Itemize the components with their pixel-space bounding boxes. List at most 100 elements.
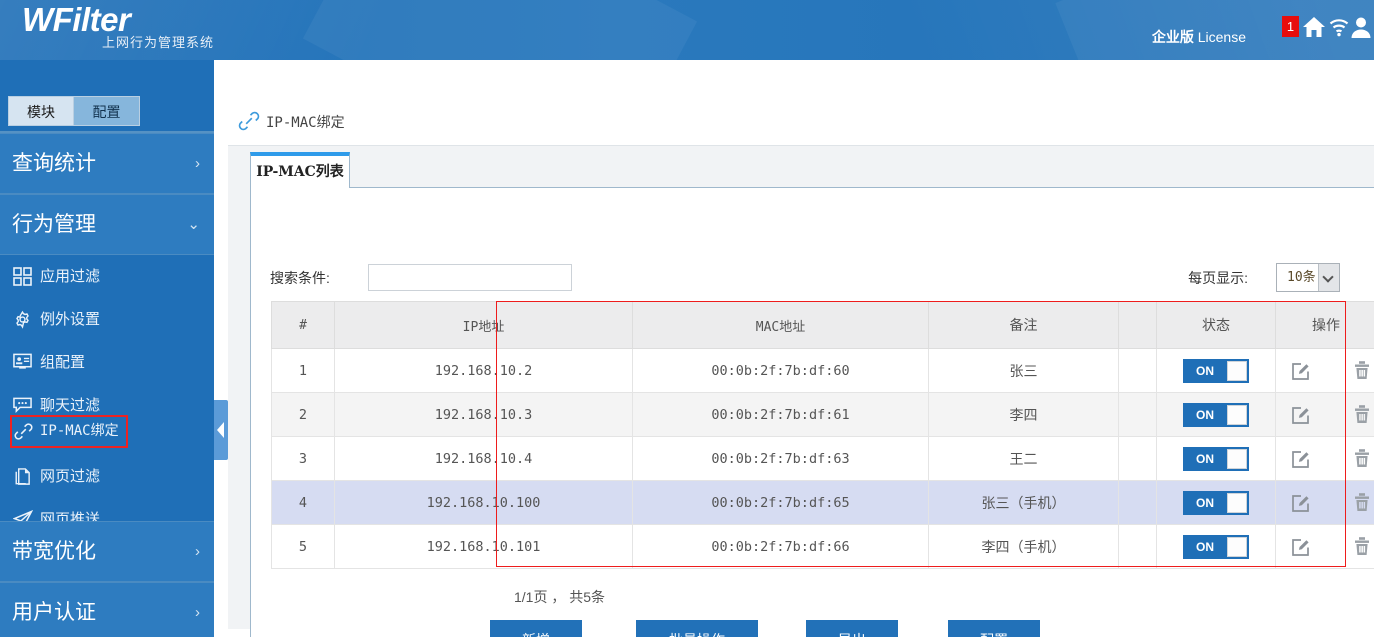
sidebar-item-label: 组配置 — [40, 354, 86, 371]
column-header-status: 状态 — [1156, 301, 1276, 349]
tab-strip: IP-MAC列表 — [250, 152, 1374, 188]
sidebar-group-label: 行为管理 — [12, 213, 96, 236]
config-button[interactable]: 配置 — [948, 620, 1040, 637]
sidebar-collapse-handle[interactable] — [214, 400, 228, 460]
tab-ip-mac-list[interactable]: IP-MAC列表 — [250, 152, 350, 188]
cell-index: 2 — [271, 392, 335, 437]
sidebar-item-label: IP-MAC绑定 — [40, 423, 119, 439]
column-header-ip: IP地址 — [334, 301, 633, 349]
sidebar-item-ip-mac-binding[interactable]: IP-MAC绑定 — [10, 415, 128, 448]
column-header-action: 操作 — [1275, 301, 1374, 349]
table-row[interactable]: 1 192.168.10.2 00:0b:2f:7b:df:60 张三 ON — [271, 348, 1374, 393]
status-toggle[interactable]: ON — [1183, 534, 1249, 559]
id-card-icon — [13, 353, 32, 372]
sidebar-item-exception-settings[interactable]: 例外设置 — [0, 299, 214, 340]
sidebar-group-behavior-mgmt[interactable]: 行为管理 ⌄ — [0, 194, 214, 255]
cell-spacer — [1118, 348, 1157, 393]
chevron-right-icon: › — [195, 155, 200, 172]
sidebar-group-user-auth[interactable]: 用户认证 › — [0, 582, 214, 637]
sidebar-group-label: 查询统计 — [12, 152, 96, 175]
table-row[interactable]: 2 192.168.10.3 00:0b:2f:7b:df:61 李四 ON — [271, 392, 1374, 437]
toggle-label: ON — [1196, 363, 1214, 378]
cell-status: ON — [1156, 524, 1276, 569]
per-page-value: 10条 — [1287, 270, 1316, 285]
cell-actions — [1275, 436, 1374, 481]
per-page-label: 每页显示: — [1188, 270, 1248, 286]
link-icon — [238, 110, 260, 132]
wifi-icon[interactable] — [1328, 16, 1350, 38]
cell-ip: 192.168.10.3 — [334, 392, 633, 437]
pages-icon — [13, 467, 32, 486]
delete-icon[interactable] — [1352, 403, 1372, 425]
edit-icon[interactable] — [1290, 492, 1312, 514]
toggle-knob — [1227, 448, 1247, 469]
breadcrumb-title: IP-MAC绑定 — [266, 115, 345, 131]
status-toggle[interactable]: ON — [1183, 402, 1249, 427]
cell-status: ON — [1156, 392, 1276, 437]
column-header-spacer — [1118, 301, 1157, 349]
sidebar-tab-group: 模块 配置 — [8, 96, 140, 126]
license-word: License — [1197, 29, 1246, 45]
delete-icon[interactable] — [1352, 535, 1372, 557]
cell-spacer — [1118, 524, 1157, 569]
cell-index: 5 — [271, 524, 335, 569]
batch-operation-button[interactable]: 批量操作 — [636, 620, 758, 637]
search-label: 搜索条件: — [270, 270, 330, 286]
toggle-knob — [1227, 360, 1247, 381]
cell-ip: 192.168.10.101 — [334, 524, 633, 569]
sidebar-tab-modules[interactable]: 模块 — [8, 96, 74, 126]
delete-icon[interactable] — [1352, 447, 1372, 469]
delete-icon[interactable] — [1352, 359, 1372, 381]
cell-mac: 00:0b:2f:7b:df:65 — [632, 480, 929, 525]
chevron-down-icon[interactable] — [1318, 264, 1339, 291]
table-row[interactable]: 3 192.168.10.4 00:0b:2f:7b:df:63 王二 ON — [271, 436, 1374, 481]
status-toggle[interactable]: ON — [1183, 446, 1249, 471]
user-avatar-icon[interactable] — [1350, 16, 1372, 38]
cell-remark: 李四 — [928, 392, 1119, 437]
edit-icon[interactable] — [1290, 404, 1312, 426]
sidebar-item-ip-mac-binding-wrap: IP-MAC绑定 — [0, 410, 214, 453]
cell-spacer — [1118, 392, 1157, 437]
export-button[interactable]: 导出 — [806, 620, 898, 637]
column-header-index: # — [271, 301, 335, 349]
search-input[interactable] — [368, 264, 572, 291]
table-row[interactable]: 5 192.168.10.101 00:0b:2f:7b:df:66 李四（手机… — [271, 524, 1374, 569]
edit-icon[interactable] — [1290, 360, 1312, 382]
alert-badge[interactable]: 1 — [1282, 16, 1299, 37]
toggle-label: ON — [1196, 451, 1214, 466]
chevron-left-icon — [217, 422, 224, 438]
cell-remark: 张三 — [928, 348, 1119, 393]
sidebar-item-label: 网页过滤 — [40, 468, 101, 485]
cell-actions — [1275, 480, 1374, 525]
gear-icon — [13, 310, 32, 329]
sidebar-group-query-stats[interactable]: 查询统计 › — [0, 133, 214, 194]
toggle-label: ON — [1196, 407, 1214, 422]
sidebar-tab-config[interactable]: 配置 — [74, 96, 140, 126]
cell-index: 3 — [271, 436, 335, 481]
sidebar-item-app-filter[interactable]: 应用过滤 — [0, 256, 214, 297]
sidebar-item-label: 应用过滤 — [40, 268, 101, 285]
app-logo: WFilter 上网行为管理系统 — [22, 2, 213, 51]
table-row[interactable]: 4 192.168.10.100 00:0b:2f:7b:df:65 张三（手机… — [271, 480, 1374, 525]
per-page-select[interactable]: 10条 — [1276, 263, 1340, 292]
cell-actions — [1275, 392, 1374, 437]
toggle-label: ON — [1196, 539, 1214, 554]
cell-remark: 张三（手机） — [928, 480, 1119, 525]
sidebar-item-group-config[interactable]: 组配置 — [0, 342, 214, 383]
edit-icon[interactable] — [1290, 536, 1312, 558]
add-button[interactable]: 新增 — [490, 620, 582, 637]
home-icon[interactable] — [1302, 16, 1326, 38]
toggle-knob — [1227, 536, 1247, 557]
column-header-remark: 备注 — [928, 301, 1119, 349]
edit-icon[interactable] — [1290, 448, 1312, 470]
table-header-row: # IP地址 MAC地址 备注 状态 操作 — [271, 301, 1374, 349]
license-edition: 企业版 — [1151, 29, 1194, 45]
cell-ip: 192.168.10.4 — [334, 436, 633, 481]
status-toggle[interactable]: ON — [1183, 490, 1249, 515]
sidebar-group-bandwidth[interactable]: 带宽优化 › — [0, 521, 214, 582]
sidebar-item-web-filter[interactable]: 网页过滤 — [0, 456, 214, 497]
status-toggle[interactable]: ON — [1183, 358, 1249, 383]
delete-icon[interactable] — [1352, 491, 1372, 513]
sidebar-group-label: 带宽优化 — [12, 540, 96, 563]
toggle-knob — [1227, 492, 1247, 513]
